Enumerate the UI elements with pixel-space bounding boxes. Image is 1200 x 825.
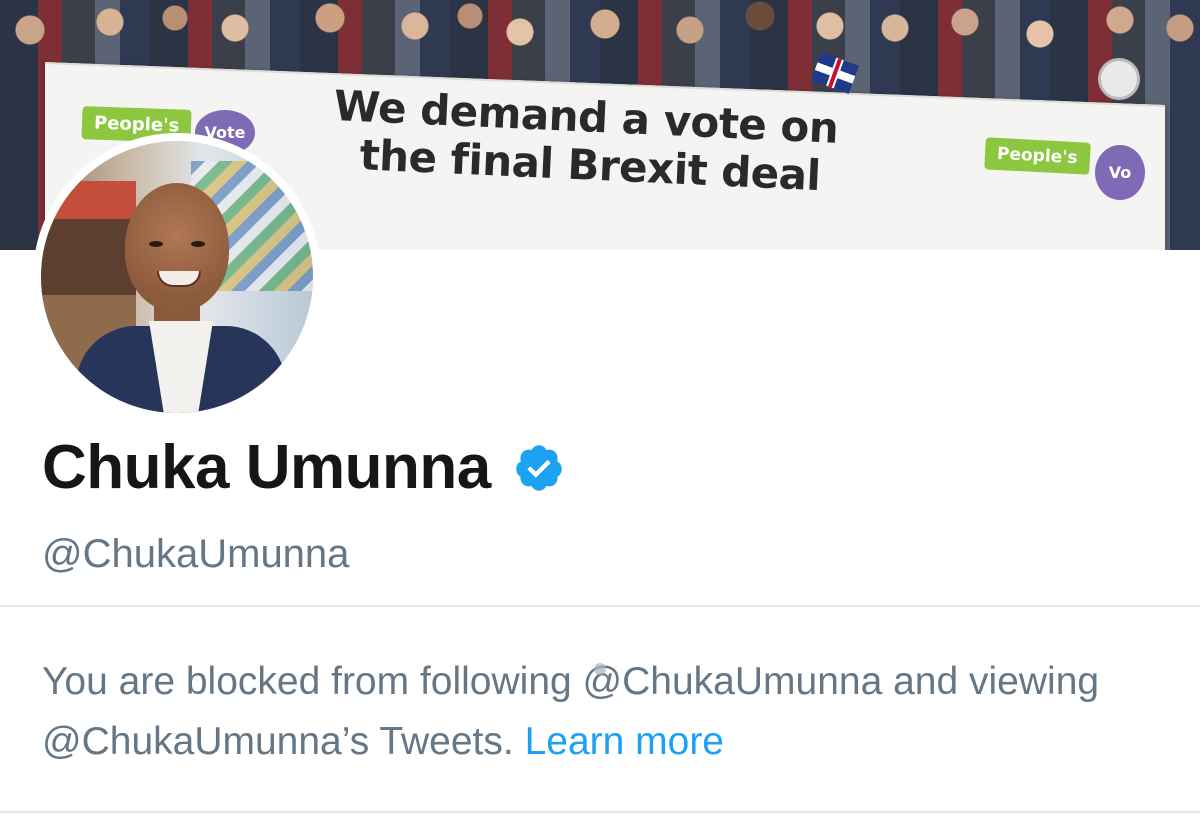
divider-bottom (0, 811, 1200, 813)
profile-name-row: Chuka Umunna (42, 430, 565, 506)
profile-avatar[interactable] (33, 133, 321, 421)
display-name: Chuka Umunna (42, 433, 491, 502)
blocked-notice: You are blocked from following @ChukaUmu… (42, 652, 1172, 772)
avatar-face (125, 183, 229, 311)
verified-badge-icon[interactable] (513, 442, 565, 494)
touch-indicator-dot (594, 663, 606, 675)
profile-handle: @ChukaUmunna (42, 532, 350, 576)
megaphone (1098, 58, 1140, 100)
learn-more-link[interactable]: Learn more (525, 720, 724, 763)
avatar-smile (157, 271, 201, 287)
avatar-photo (41, 141, 313, 413)
peoples-vote-bubble-right: Vo (1095, 145, 1145, 200)
avatar-eye-right (191, 241, 205, 247)
avatar-eye-left (149, 241, 163, 247)
divider-top (0, 605, 1200, 607)
peoples-vote-logo-right: People's (984, 137, 1091, 175)
